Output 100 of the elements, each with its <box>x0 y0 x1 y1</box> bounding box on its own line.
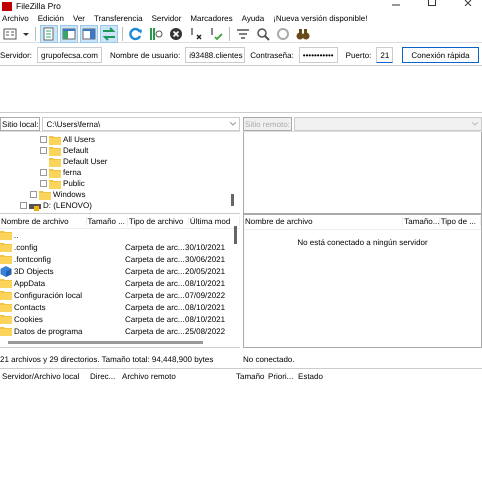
column-header[interactable]: Estado <box>296 372 358 381</box>
folder-icon <box>0 254 12 264</box>
menu-item[interactable]: Transferencia <box>94 14 143 22</box>
cancel-icon[interactable] <box>169 26 183 40</box>
file-name[interactable]: .fontconfig <box>14 254 51 264</box>
file-name[interactable]: 3D Objects <box>14 266 54 276</box>
folder-icon <box>39 190 51 200</box>
folder-icon <box>0 278 12 288</box>
menu-item[interactable]: Archivo <box>2 14 29 22</box>
folder-icon <box>49 146 61 156</box>
table-cell: 30/06/2021 <box>185 254 226 264</box>
site-label: Sitio remoto: <box>243 117 292 131</box>
folder-icon <box>0 230 12 240</box>
menu-item[interactable]: Servidor <box>152 14 182 22</box>
column-header[interactable]: Nombre de archivo <box>0 216 87 226</box>
column-header[interactable]: Priori... <box>266 372 296 381</box>
tree-item[interactable]: ferna <box>63 168 82 177</box>
reconnect-icon[interactable] <box>209 26 223 40</box>
column-header[interactable]: Tipo de ... <box>440 217 481 226</box>
column-header[interactable]: Tamaño <box>234 372 266 381</box>
menu-item[interactable]: Marcadores <box>190 14 233 22</box>
file-name[interactable]: .. <box>14 230 18 240</box>
table-cell: 08/10/2021 <box>185 302 226 312</box>
table-cell: 08/10/2021 <box>185 278 226 288</box>
folder-icon <box>49 178 61 188</box>
table-cell: 30/10/2021 <box>185 242 226 252</box>
cube-icon <box>0 266 12 277</box>
transfer-arrows-icon[interactable] <box>102 26 116 40</box>
tree-item[interactable]: All Users <box>63 135 96 144</box>
file-name[interactable]: Datos de programa <box>14 326 82 336</box>
table-cell: Carpeta de arc... <box>125 302 185 312</box>
column-header[interactable]: Tipo de archivo <box>128 216 189 226</box>
disconnect-icon[interactable] <box>189 26 203 40</box>
window-title: FileZilla Pro <box>16 2 61 11</box>
column-header[interactable]: Servidor/Archivo local <box>0 372 88 381</box>
magnifier-icon[interactable] <box>256 26 270 40</box>
menu-item[interactable]: Ver <box>72 14 85 22</box>
file-name[interactable]: .config <box>14 242 38 252</box>
right-pane-icon[interactable] <box>82 26 96 40</box>
table-cell: Carpeta de arc... <box>125 314 185 324</box>
expand-toggle[interactable] <box>40 147 47 154</box>
file-name[interactable]: Cookies <box>14 314 43 324</box>
file-name[interactable]: AppData <box>14 278 46 288</box>
file-name[interactable]: Contacts <box>14 302 46 312</box>
menu-item[interactable]: Edición <box>38 14 64 22</box>
column-header[interactable]: Tamaño ... <box>86 216 128 226</box>
table-cell: 25/08/2022 <box>185 326 226 336</box>
table-cell: Carpeta de arc... <box>125 266 185 276</box>
chevron-down-icon[interactable] <box>230 122 236 126</box>
log-icon[interactable] <box>42 26 56 40</box>
app-logo-icon <box>2 2 12 11</box>
folder-icon <box>0 314 12 324</box>
table-cell: 08/10/2021 <box>185 314 226 324</box>
column-header[interactable]: Archivo remoto <box>120 372 234 381</box>
column-header[interactable]: Tamaño... <box>403 217 440 226</box>
folder-icon <box>49 168 61 178</box>
tree-item[interactable]: Windows <box>53 190 86 199</box>
table-cell: Carpeta de arc... <box>125 278 185 288</box>
refresh-icon[interactable] <box>129 26 143 40</box>
expand-toggle[interactable] <box>40 136 47 143</box>
table-cell: 20/05/2021 <box>185 266 226 276</box>
table-cell: Carpeta de arc... <box>125 242 185 252</box>
tree-item[interactable]: Default <box>63 146 88 155</box>
tree-item[interactable]: D: (LENOVO) <box>43 201 92 210</box>
file-name[interactable]: Configuración local <box>14 290 82 300</box>
expand-toggle[interactable] <box>40 180 47 187</box>
expand-toggle[interactable] <box>40 169 47 176</box>
port-field[interactable]: 21 <box>376 47 394 63</box>
menu-item[interactable]: Ayuda <box>242 14 264 22</box>
field-label: Nombre de usuario: <box>110 50 180 60</box>
binoculars-icon[interactable] <box>296 26 310 40</box>
maximize-icon[interactable] <box>428 0 436 6</box>
table-cell: Carpeta de arc... <box>125 326 185 336</box>
close-icon[interactable] <box>464 0 472 6</box>
remote-path-field[interactable] <box>294 117 482 131</box>
column-header[interactable]: Nombre de archivo <box>244 217 404 226</box>
host-field[interactable]: grupofecsa.com <box>37 47 102 63</box>
local-path-field[interactable]: C:\Users\ferna\ <box>42 117 240 131</box>
password-field[interactable]: ••••••••••• <box>298 47 338 63</box>
folder-icon <box>0 290 12 300</box>
column-header[interactable]: Direc... <box>88 372 120 381</box>
folder-icon <box>0 242 12 252</box>
site-manager-icon[interactable] <box>3 26 17 40</box>
tree-item[interactable]: Default User <box>63 157 108 166</box>
status-text: No conectado. <box>243 354 296 366</box>
field-label: Puerto: <box>346 50 372 60</box>
bars-icon[interactable] <box>149 26 163 40</box>
site-label: Sitio local: <box>0 117 40 131</box>
folder-icon <box>0 326 12 336</box>
username-field[interactable]: i93488.clientes <box>185 47 246 63</box>
status-text: 21 archivos y 29 directorios. Tamaño total: 94,448,900 bytes <box>0 354 214 366</box>
menu-item[interactable]: ¡Nueva versión disponible! <box>273 14 368 22</box>
left-pane-icon[interactable] <box>62 26 76 40</box>
filter-icon[interactable] <box>236 26 250 40</box>
quickconnect-button[interactable]: Conexión rápida <box>402 47 479 63</box>
expand-toggle[interactable] <box>20 202 27 209</box>
tree-item[interactable]: Public <box>63 179 85 188</box>
table-cell: 07/09/2022 <box>185 290 226 300</box>
expand-toggle[interactable] <box>30 191 37 198</box>
folder-icon <box>49 134 61 144</box>
